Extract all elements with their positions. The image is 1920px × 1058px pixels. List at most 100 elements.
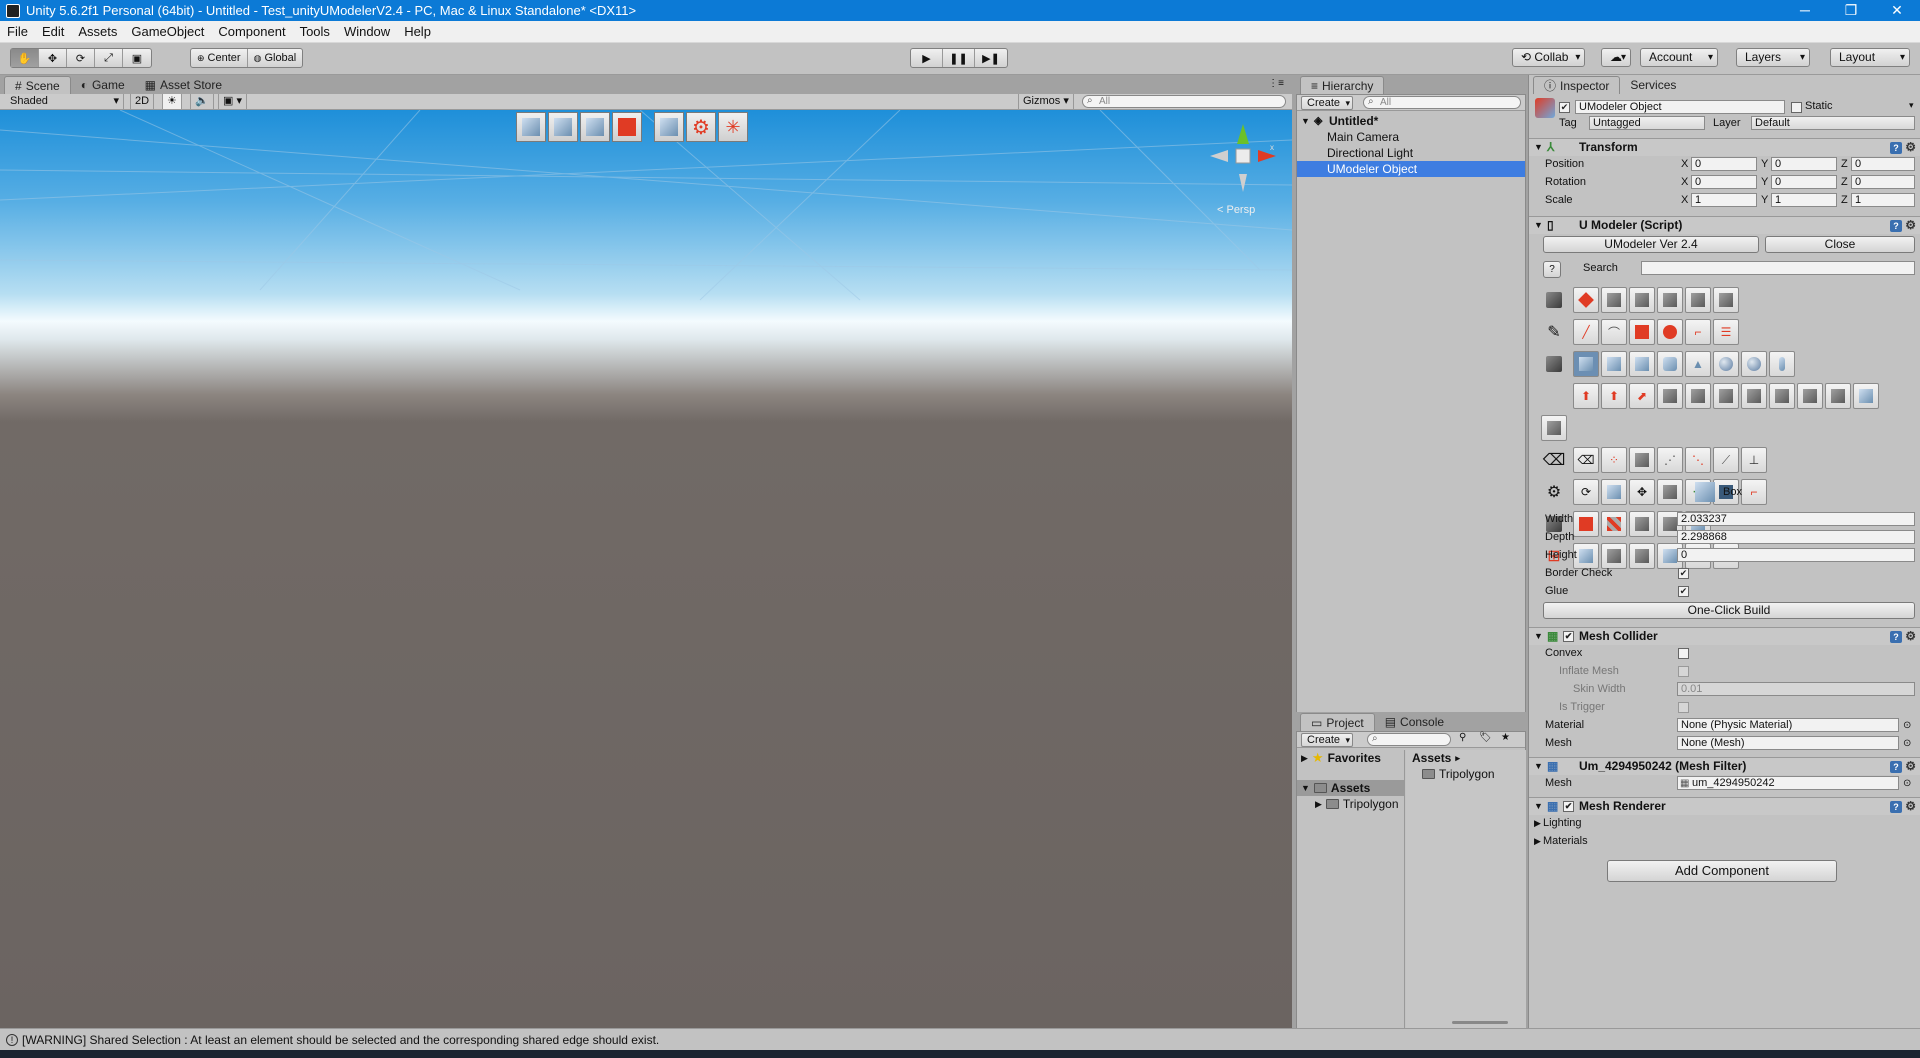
object-picker-icon[interactable]: ⊙ [1903,775,1911,792]
favorites-item[interactable]: ▶ ★ Favorites [1297,750,1404,766]
expand-triangle-icon[interactable]: ▼ [1301,780,1310,796]
hierarchy-create-button[interactable]: Create [1301,96,1354,110]
rectangle-tool-icon[interactable] [1629,319,1655,345]
rotation-z-field[interactable]: 0 [1851,175,1915,189]
component-gear-icon[interactable]: ⚙ [1905,798,1916,815]
tab-scene[interactable]: # Scene [4,76,71,94]
tab-game[interactable]: ◐ Game [71,76,135,94]
layout-dropdown[interactable]: Layout [1830,48,1910,67]
new-object-icon[interactable] [654,112,684,142]
select-loop-tool-icon[interactable] [1657,287,1683,313]
umodeler-header[interactable]: ▼ ▯ U Modeler (Script) ? ⚙ [1529,216,1920,234]
select-vertex-tool-icon[interactable] [1601,287,1627,313]
pivot-global-button[interactable]: ◍ Global [248,49,303,67]
pause-icon[interactable]: ❚❚ [943,49,975,67]
add-component-button[interactable]: Add Component [1607,860,1837,882]
sphere-tool-icon[interactable] [1741,351,1767,377]
rotation-x-field[interactable]: 0 [1691,175,1757,189]
shell-tool-icon[interactable] [1825,383,1851,409]
circle-tool-icon[interactable] [1657,319,1683,345]
help-book-icon[interactable]: ? [1890,142,1902,154]
menu-edit[interactable]: Edit [35,21,71,43]
cloud-button[interactable]: ☁ [1601,48,1631,67]
component-gear-icon[interactable]: ⚙ [1905,758,1916,775]
materials-foldout[interactable]: ▶ Materials [1529,833,1920,850]
play-icon[interactable]: ▶ [911,49,943,67]
select-edge-icon[interactable] [548,112,578,142]
scale-icon[interactable]: ⤢ [95,49,123,67]
scene-viewport[interactable]: ⚙ ✳ x < Persp [0,110,1292,1028]
project-search-input[interactable] [1367,733,1451,746]
offset-tool-icon[interactable]: ⬈ [1629,383,1655,409]
bevel-tool-icon[interactable] [1657,383,1683,409]
orientation-gizmo-icon[interactable]: x [1208,122,1278,198]
move-icon[interactable]: ✥ [39,49,67,67]
border-check-checkbox[interactable] [1678,568,1689,579]
collapse-triangle-icon[interactable]: ▼ [1534,758,1543,775]
perspective-label[interactable]: < Persp [1217,204,1255,216]
select-edge-tool-icon[interactable] [1629,287,1655,313]
filter-label-icon[interactable]: 🏷 [1479,732,1492,743]
hierarchy-item-umodeler-object[interactable]: UModeler Object [1297,161,1525,177]
project-breadcrumb[interactable]: Assets ▸ [1406,750,1526,766]
expand-triangle-icon[interactable]: ▶ [1301,750,1308,766]
pivot-center-button[interactable]: ⊕ Center [191,49,248,67]
follow-tool-icon[interactable] [1769,383,1795,409]
position-y-field[interactable]: 0 [1771,157,1837,171]
active-checkbox[interactable] [1559,102,1570,113]
tab-hierarchy[interactable]: ≡ Hierarchy [1300,76,1385,94]
subdivide-tool-icon[interactable] [1853,383,1879,409]
hierarchy-search-input[interactable]: All [1363,96,1521,109]
scale-y-field[interactable]: 1 [1771,193,1837,207]
gizmos-dropdown[interactable]: Gizmos ▾ [1018,94,1074,109]
asset-item-tripolygon[interactable]: Tripolygon [1406,766,1526,782]
menu-help[interactable]: Help [397,21,438,43]
stamp-tool-icon[interactable]: ⊥ [1741,447,1767,473]
chevron-down-icon[interactable]: ▾ [1909,100,1914,111]
scale-z-field[interactable]: 1 [1851,193,1915,207]
collapse-triangle-icon[interactable]: ▼ [1534,217,1543,234]
select-element-tool-icon[interactable] [1713,287,1739,313]
menu-gameobject[interactable]: GameObject [124,21,211,43]
knife-tool-icon[interactable]: ⟋ [1713,447,1739,473]
help-book-icon[interactable]: ? [1890,220,1902,232]
select-polygon-icon[interactable] [580,112,610,142]
box-tool-icon[interactable] [1573,351,1599,377]
convex-checkbox[interactable] [1678,648,1689,659]
select-ring-tool-icon[interactable] [1685,287,1711,313]
collapse-triangle-icon[interactable]: ▼ [1534,628,1543,645]
component-gear-icon[interactable]: ⚙ [1905,628,1916,645]
umodeler-help-button[interactable]: ? [1543,261,1561,278]
rotate-icon[interactable]: ⟳ [67,49,95,67]
physic-material-field[interactable]: None (Physic Material) [1677,718,1899,732]
hand-icon[interactable]: ✋ [11,49,39,67]
slice-tool-icon[interactable]: ☰ [1713,319,1739,345]
hierarchy-item-directional-light[interactable]: Directional Light [1297,145,1525,161]
rotation-y-field[interactable]: 0 [1771,175,1837,189]
help-book-icon[interactable]: ? [1890,761,1902,773]
extrude-tool-icon[interactable]: ⬆ [1573,383,1599,409]
push-pull-tool-icon[interactable]: ⬆ [1601,383,1627,409]
shading-mode-dropdown[interactable]: Shaded ▾ [6,94,124,109]
bend-tool-icon[interactable] [1741,383,1767,409]
filter-mesh-field[interactable]: um_4294950242 [1677,776,1899,790]
scene-root-item[interactable]: ▼ ◈ Untitled* [1297,113,1525,129]
expand-triangle-icon[interactable]: ▶ [1534,833,1541,850]
menu-tools[interactable]: Tools [293,21,337,43]
assets-folder-item[interactable]: ▼ Assets [1297,780,1404,796]
connect-tool-icon[interactable]: ⋱ [1685,447,1711,473]
tab-inspector[interactable]: ⓘ Inspector [1533,76,1621,94]
menu-assets[interactable]: Assets [71,21,124,43]
umodeler-search-input[interactable] [1641,261,1915,275]
mirror-tool-icon[interactable] [1797,383,1823,409]
tab-console[interactable]: ▤ Console [1375,713,1454,731]
select-polygon-tool-icon[interactable] [1573,287,1599,313]
tripolygon-folder-item[interactable]: ▶ Tripolygon [1297,796,1404,812]
help-book-icon[interactable]: ? [1890,801,1902,813]
inset-tool-icon[interactable] [1685,383,1711,409]
line-tool-icon[interactable]: ╱ [1573,319,1599,345]
stairs-tool-icon[interactable]: ⌐ [1685,319,1711,345]
snap-tool-icon[interactable]: ⌐ [1741,479,1767,505]
mesh-renderer-enabled-checkbox[interactable] [1563,801,1574,812]
menu-component[interactable]: Component [211,21,292,43]
